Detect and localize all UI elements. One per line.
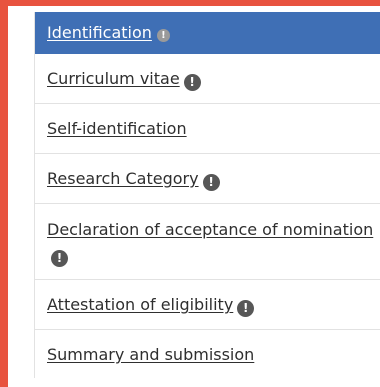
menu-item-self-identification[interactable]: Self-identification: [35, 104, 380, 154]
menu-item-summary-and-submission[interactable]: Summary and submission: [35, 330, 380, 378]
menu-item-content: Research Category!: [47, 166, 220, 191]
menu-item-identification[interactable]: Identification!: [35, 12, 380, 54]
menu-item-label[interactable]: Identification: [47, 23, 152, 42]
exclamation-circle-icon: !: [183, 74, 201, 91]
exclamation-circle-icon: !: [51, 249, 68, 267]
menu-item-label[interactable]: Self-identification: [47, 119, 187, 138]
menu-item-declaration-of-acceptance[interactable]: Declaration of acceptance of nomination!: [35, 204, 380, 280]
menu-item-label[interactable]: Summary and submission: [47, 345, 254, 364]
menu-item-content: Identification!: [47, 20, 170, 45]
menu-item-label[interactable]: Declaration of acceptance of nomination: [47, 220, 373, 239]
exclamation-circle-icon: !: [237, 300, 255, 317]
menu-item-curriculum-vitae[interactable]: Curriculum vitae!: [35, 54, 380, 104]
exclamation-circle-icon: !: [202, 174, 220, 191]
menu-item-attestation-of-eligibility[interactable]: Attestation of eligibility!: [35, 280, 380, 330]
exclamation-circle-icon: !: [156, 29, 170, 42]
menu-item-label[interactable]: Research Category: [47, 169, 199, 188]
menu-item-content: Self-identification: [47, 116, 187, 141]
page-frame: Identification! Curriculum vitae! Self-i…: [0, 0, 380, 387]
menu-item-label[interactable]: Curriculum vitae: [47, 69, 180, 88]
menu-item-content: Attestation of eligibility!: [47, 292, 255, 317]
menu-item-content: Summary and submission: [47, 342, 254, 367]
menu-item-content: Declaration of acceptance of nomination!: [47, 217, 380, 267]
menu-item-label[interactable]: Attestation of eligibility: [47, 295, 233, 314]
menu-item-research-category[interactable]: Research Category!: [35, 154, 380, 204]
step-navigation-menu: Identification! Curriculum vitae! Self-i…: [34, 12, 380, 378]
menu-item-content: Curriculum vitae!: [47, 66, 201, 91]
